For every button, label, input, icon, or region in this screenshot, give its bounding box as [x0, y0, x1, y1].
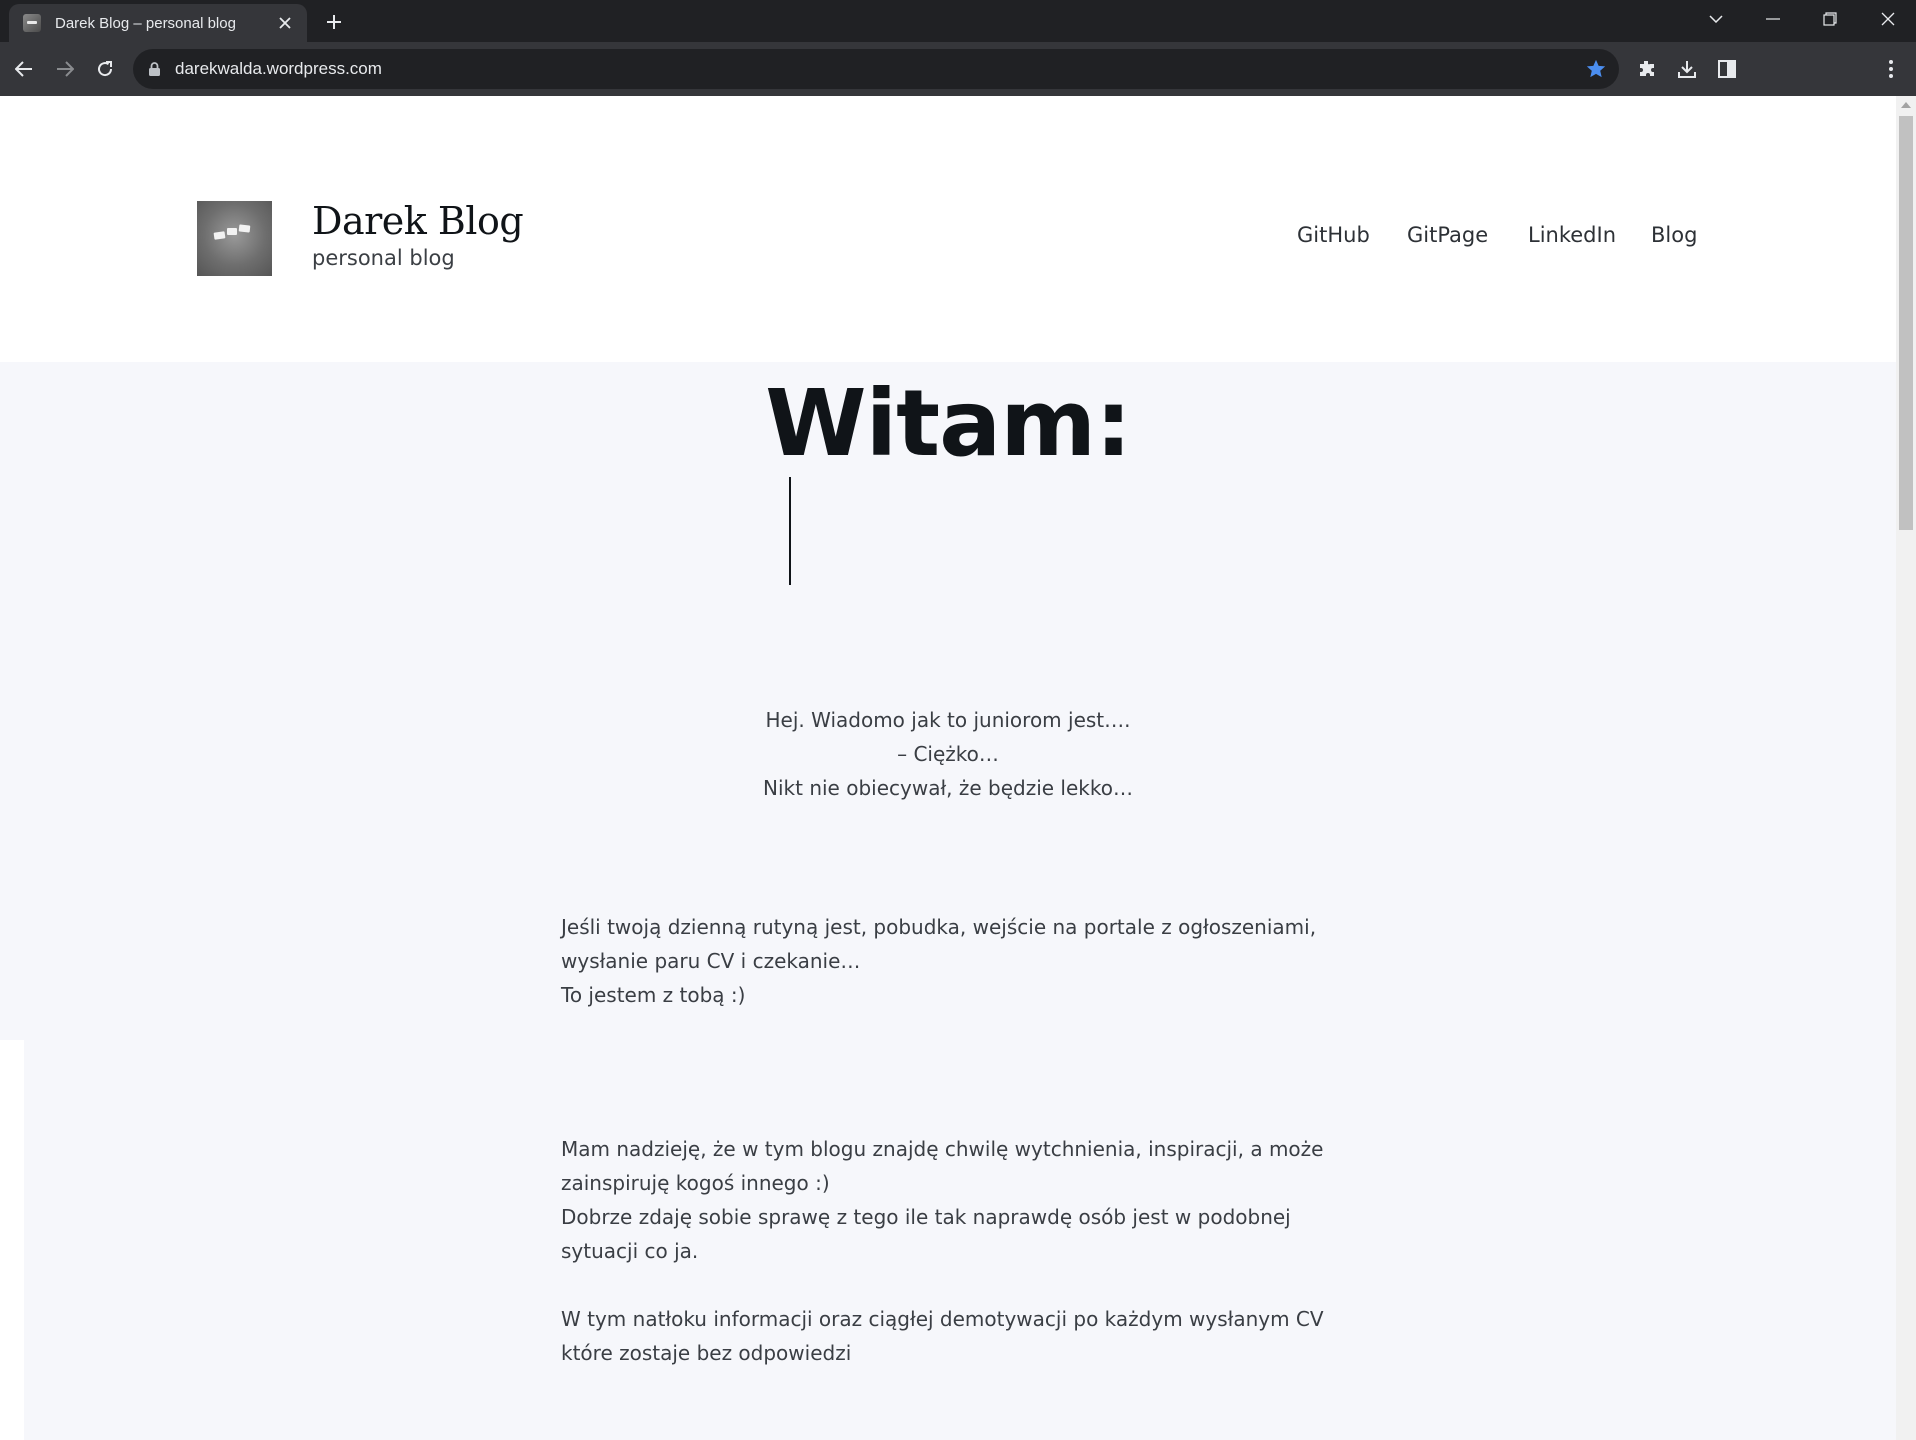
paragraph-line: wysłanie paru CV i czekanie… — [561, 949, 861, 973]
logo-detail — [227, 228, 237, 235]
intro-line: – Ciężko… — [897, 742, 999, 766]
nav-link-linkedin[interactable]: LinkedIn — [1528, 223, 1616, 247]
post-heading: Witam: — [765, 370, 1132, 477]
browser-toolbar: darekwalda.wordpress.com — [0, 42, 1916, 96]
close-window-icon[interactable] — [1860, 0, 1916, 38]
url-text[interactable]: darekwalda.wordpress.com — [175, 49, 382, 89]
nav-link-github[interactable]: GitHub — [1297, 223, 1370, 247]
post-content-area — [0, 362, 1896, 1440]
nav-link-blog[interactable]: Blog — [1651, 223, 1697, 247]
menu-kebab-icon[interactable] — [1874, 52, 1908, 86]
lock-icon[interactable] — [149, 62, 160, 81]
restore-icon[interactable] — [1802, 0, 1858, 38]
vertical-scrollbar[interactable] — [1896, 96, 1916, 1440]
close-tab-icon[interactable] — [275, 13, 295, 33]
reload-icon[interactable] — [88, 52, 122, 86]
download-icon[interactable] — [1670, 52, 1704, 86]
extensions-icon[interactable] — [1630, 52, 1664, 86]
post-intro: Hej. Wiadomo jak to juniorom jest…. – Ci… — [0, 703, 1896, 805]
tab-strip: Darek Blog – personal blog — [0, 0, 1916, 42]
post-paragraph: W tym natłoku informacji oraz ciągłej de… — [561, 1302, 1351, 1370]
back-icon[interactable] — [7, 52, 41, 86]
site-title[interactable]: Darek Blog — [312, 199, 524, 243]
site-logo[interactable] — [197, 201, 272, 276]
site-header: Darek Blog personal blog GitHub GitPage … — [0, 96, 1896, 362]
paragraph-line: Mam nadzieję, że w tym blogu znajdę chwi… — [561, 1137, 1324, 1161]
post-paragraph: Mam nadzieję, że w tym blogu znajdę chwi… — [561, 1132, 1351, 1268]
post-paragraph: Jeśli twoją dzienną rutyną jest, pobudka… — [561, 910, 1351, 1012]
minimize-icon[interactable] — [1745, 0, 1801, 38]
new-tab-button[interactable] — [320, 8, 348, 36]
address-bar[interactable]: darekwalda.wordpress.com — [133, 49, 1619, 89]
nav-link-gitpage[interactable]: GitPage — [1407, 223, 1488, 247]
intro-line: Nikt nie obiecywał, że będzie lekko… — [763, 776, 1133, 800]
browser-tab[interactable]: Darek Blog – personal blog — [9, 4, 307, 42]
scrollbar-thumb[interactable] — [1899, 116, 1913, 530]
paragraph-line: Dobrze zdaję sobie sprawę z tego ile tak… — [561, 1205, 1291, 1229]
logo-detail — [213, 231, 226, 240]
paragraph-line: zainspiruję kogoś innego :) — [561, 1171, 830, 1195]
site-description: personal blog — [312, 246, 455, 270]
paragraph-line: które zostaje bez odpowiedzi — [561, 1341, 852, 1365]
paragraph-line: To jestem z tobą :) — [561, 983, 746, 1007]
logo-detail — [238, 224, 251, 233]
paragraph-line: Jeśli twoją dzienną rutyną jest, pobudka… — [561, 915, 1317, 939]
paragraph-line: sytuacji co ja. — [561, 1239, 699, 1263]
text-cursor — [789, 477, 791, 585]
page-edge — [0, 1040, 24, 1440]
forward-icon[interactable] — [48, 52, 82, 86]
tab-title: Darek Blog – personal blog — [55, 14, 236, 32]
intro-line: Hej. Wiadomo jak to juniorom jest…. — [765, 708, 1131, 732]
tab-search-icon[interactable] — [1688, 0, 1744, 38]
site-favicon-icon — [23, 14, 41, 32]
side-panel-icon[interactable] — [1710, 52, 1744, 86]
paragraph-line: W tym natłoku informacji oraz ciągłej de… — [561, 1307, 1324, 1331]
bookmark-star-icon[interactable] — [1585, 58, 1607, 85]
scroll-up-arrow-icon[interactable] — [1901, 102, 1911, 108]
